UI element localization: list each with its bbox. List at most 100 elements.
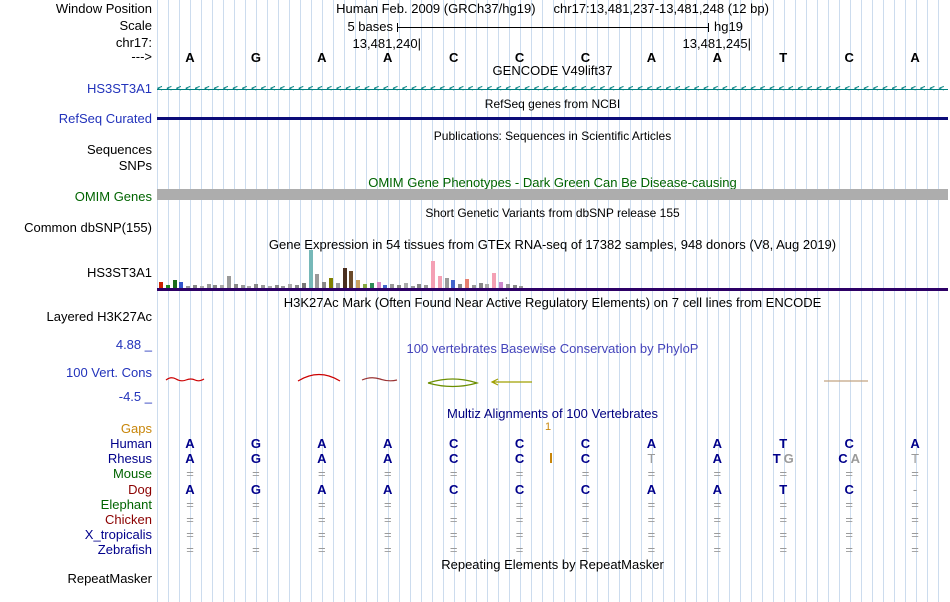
gtex-bar — [342, 268, 347, 288]
omim-track-title: OMIM Gene Phenotypes - Dark Green Can Be… — [368, 175, 737, 190]
layered-h3k27ac-label[interactable]: Layered H3K27Ac — [0, 310, 152, 324]
alignment-base: = — [383, 466, 392, 481]
insertion-size-marker: 1 — [545, 421, 552, 433]
refseq-gene-model[interactable] — [157, 117, 948, 120]
alignment-base: C — [448, 436, 459, 451]
alignment-base: A — [383, 436, 393, 451]
wiggle-segment — [165, 377, 205, 382]
species-label-chicken[interactable]: Chicken — [0, 513, 152, 527]
alignment-base: C — [514, 482, 525, 497]
alignment-base: C — [514, 436, 525, 451]
alignment-base: C — [580, 482, 591, 497]
alignment-base: = — [449, 497, 458, 512]
alignment-base: = — [186, 542, 194, 557]
multiz-track-title: Multiz Alignments of 100 Vertebrates — [446, 406, 658, 421]
alignment-base: = — [252, 542, 260, 557]
gtex-bar — [227, 276, 231, 288]
repeatmasker-label[interactable]: RepeatMasker — [0, 572, 152, 586]
gtex-bar — [451, 280, 456, 288]
alignment-base: C — [580, 436, 591, 451]
alignment-base: A — [383, 451, 393, 466]
gtex-bar — [349, 271, 354, 288]
alignment-base: = — [845, 466, 853, 481]
base-letter: C — [844, 50, 854, 65]
scale-value: 5 bases — [347, 19, 393, 34]
wiggle-segment — [361, 377, 398, 382]
alignment-base: = — [515, 512, 524, 527]
alignment-base: = — [252, 527, 260, 542]
gtex-bar — [465, 279, 469, 288]
gtex-bar — [315, 274, 320, 288]
sequences-label[interactable]: Sequences — [0, 143, 152, 157]
gencode-gene-model[interactable]: <<<<<<<<<<<<<<<<<<<<<<<<<<<<<<<<<<<<<<<<… — [157, 84, 948, 94]
alignment-base: A — [712, 482, 723, 497]
alignment-base: = — [911, 512, 919, 527]
alignment-base: TG — [772, 451, 794, 466]
refseq-curated-label[interactable]: RefSeq Curated — [0, 112, 152, 126]
alignment-base: C — [580, 451, 591, 466]
chromosome-label: chr17: — [115, 35, 152, 50]
alignment-base: = — [383, 497, 392, 512]
snps-label[interactable]: SNPs — [0, 159, 152, 173]
alignment-base: = — [252, 512, 260, 527]
alignment-base: = — [449, 527, 458, 542]
gtex-gene-label[interactable]: HS3ST3A1 — [0, 266, 152, 280]
species-label-mouse[interactable]: Mouse — [0, 467, 152, 481]
h3k27ac-track-title: H3K27Ac Mark (Often Found Near Active Re… — [283, 295, 822, 310]
common-dbsnp-label[interactable]: Common dbSNP(155) — [0, 221, 152, 235]
alignment-base: = — [845, 527, 853, 542]
omim-genes-label[interactable]: OMIM Genes — [0, 190, 152, 204]
alignment-base: - — [912, 482, 918, 497]
alignment-base: = — [779, 527, 788, 542]
vert-cons-label[interactable]: 100 Vert. Cons — [0, 366, 152, 380]
alignment-base: = — [186, 466, 194, 481]
species-label-human[interactable]: Human — [0, 437, 152, 451]
alignment-base: = — [515, 497, 524, 512]
alignment-base: A — [185, 482, 195, 497]
multiz-alignment-grid: Human A G A A C C C A A T C A Rhesus A G A A C C C T A T G C A T Mou… — [0, 437, 950, 567]
alignment-base: C — [514, 451, 525, 466]
alignment-base: = — [318, 542, 326, 557]
species-label-x_tropicalis[interactable]: X_tropicalis — [0, 528, 152, 542]
gaps-label[interactable]: Gaps — [0, 422, 152, 436]
genome-browser-image: Window Position Human Feb. 2009 (GRCh37/… — [0, 0, 950, 602]
alignment-base: = — [647, 527, 656, 542]
gtex-expression-barchart[interactable] — [157, 250, 948, 288]
alignment-base: = — [647, 466, 656, 481]
gtex-gene-model-line — [157, 288, 948, 291]
gtex-bar — [329, 278, 333, 288]
species-label-dog[interactable]: Dog — [0, 483, 152, 497]
gtex-bar — [437, 276, 442, 288]
alignment-base: = — [383, 542, 392, 557]
alignment-base: = — [911, 466, 919, 481]
alignment-base: = — [383, 527, 392, 542]
base-letter: A — [383, 50, 393, 65]
scale-bar — [397, 23, 709, 32]
alignment-base: = — [779, 542, 788, 557]
alignment-base: C — [844, 436, 854, 451]
alignment-base: A — [712, 436, 723, 451]
alignment-base: A — [646, 436, 657, 451]
alignment-base: = — [911, 542, 919, 557]
alignment-base: = — [911, 527, 919, 542]
publications-track-title: Publications: Sequences in Scientific Ar… — [433, 129, 672, 143]
coordinate-tick-right: 13,481,245| — [682, 36, 751, 51]
species-label-zebrafish[interactable]: Zebrafish — [0, 543, 152, 557]
species-label-elephant[interactable]: Elephant — [0, 498, 152, 512]
base-letter: A — [185, 50, 195, 65]
gencode-gene-label[interactable]: HS3ST3A1 — [0, 82, 152, 96]
dbsnp-track-title: Short Genetic Variants from dbSNP releas… — [425, 206, 680, 220]
alignment-base: = — [318, 512, 326, 527]
alignment-base: A — [712, 451, 723, 466]
alignment-base: A — [317, 451, 327, 466]
alignment-base: = — [779, 466, 788, 481]
species-label-rhesus[interactable]: Rhesus — [0, 452, 152, 466]
alignment-base: = — [647, 542, 656, 557]
alignment-base: = — [318, 466, 326, 481]
conservation-wiggle[interactable] — [157, 355, 948, 405]
alignment-base: = — [911, 497, 919, 512]
alignment-base: A — [383, 482, 393, 497]
base-letter: T — [779, 50, 788, 65]
alignment-base: = — [515, 542, 524, 557]
omim-gene-bar[interactable] — [157, 189, 948, 200]
